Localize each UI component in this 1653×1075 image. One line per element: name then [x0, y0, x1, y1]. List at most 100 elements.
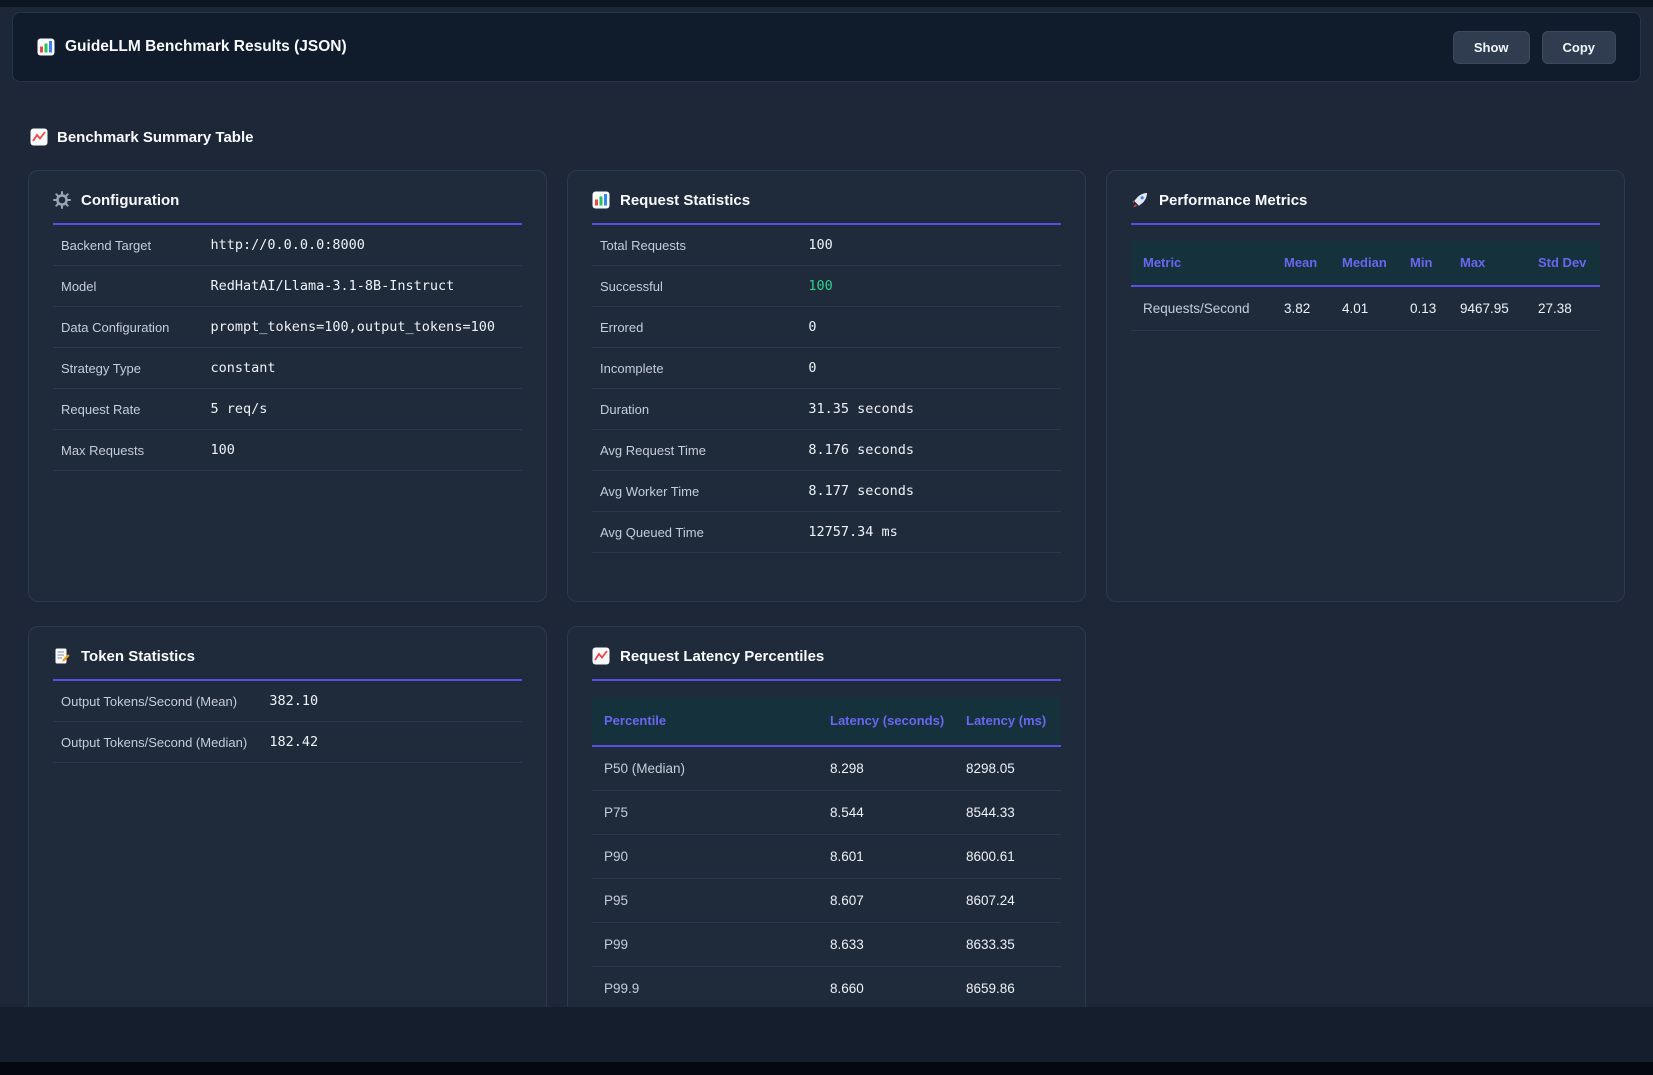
stat-value-success: 100: [808, 278, 832, 294]
column-header: Median: [1342, 253, 1402, 273]
latency-ms: 8607.24: [966, 893, 1049, 908]
stat-label: Incomplete: [600, 361, 808, 376]
latency-ms: 8633.35: [966, 937, 1049, 952]
footer-band: [0, 1007, 1653, 1062]
stat-value: 12757.34 ms: [808, 524, 897, 540]
latency-percentiles-table-header: Percentile Latency (seconds) Latency (ms…: [592, 697, 1061, 747]
latency-percentiles-card: Request Latency Percentiles Percentile L…: [567, 626, 1086, 1032]
stat-row: Max Requests100: [53, 430, 522, 471]
stat-label: Strategy Type: [61, 361, 210, 376]
stat-label: Avg Request Time: [600, 443, 808, 458]
top-edge-strip: [0, 0, 1653, 7]
latency-ms: 8298.05: [966, 761, 1049, 776]
show-button[interactable]: Show: [1453, 31, 1530, 64]
stat-row: Backend Targethttp://0.0.0.0:8000: [53, 225, 522, 266]
percentile-name: P50 (Median): [604, 761, 822, 776]
stat-row: Data Configurationprompt_tokens=100,outp…: [53, 307, 522, 348]
stat-label: Errored: [600, 320, 808, 335]
latency-seconds: 8.298: [830, 761, 958, 776]
latency-percentiles-card-title-text: Request Latency Percentiles: [620, 648, 824, 665]
latency-seconds: 8.633: [830, 937, 958, 952]
latency-ms: 8659.86: [966, 981, 1049, 996]
percentile-name: P95: [604, 893, 822, 908]
stat-label: Backend Target: [61, 238, 210, 253]
metric-max: 9467.95: [1460, 301, 1530, 316]
column-header: Latency (seconds): [830, 711, 958, 731]
stat-row: Errored0: [592, 307, 1061, 348]
stat-label: Avg Queued Time: [600, 525, 808, 540]
stat-value: 0: [808, 360, 816, 376]
stat-label: Avg Worker Time: [600, 484, 808, 499]
request-statistics-rows: Total Requests100 Successful100 Errored0…: [592, 225, 1061, 553]
table-row: P50 (Median) 8.298 8298.05: [592, 747, 1061, 791]
column-header: Metric: [1143, 253, 1276, 273]
stat-value: 382.10: [269, 693, 318, 709]
table-row: P99 8.633 8633.35: [592, 923, 1061, 967]
bottom-edge-strip: [0, 1062, 1653, 1075]
latency-seconds: 8.601: [830, 849, 958, 864]
header-bar: GuideLLM Benchmark Results (JSON) Show C…: [12, 12, 1641, 82]
request-statistics-card: Request Statistics Total Requests100 Suc…: [567, 170, 1086, 602]
stat-value: 100: [808, 237, 832, 253]
stat-label: Total Requests: [600, 238, 808, 253]
configuration-rows: Backend Targethttp://0.0.0.0:8000 ModelR…: [53, 225, 522, 471]
performance-metrics-card-title: Performance Metrics: [1131, 191, 1600, 225]
stat-label: Output Tokens/Second (Median): [61, 735, 269, 750]
section-heading-text: Benchmark Summary Table: [57, 129, 253, 146]
stat-row: Duration31.35 seconds: [592, 389, 1061, 430]
stat-row: Avg Queued Time12757.34 ms: [592, 512, 1061, 553]
page-title-text: GuideLLM Benchmark Results (JSON): [65, 38, 347, 56]
performance-metrics-card-title-text: Performance Metrics: [1159, 192, 1307, 209]
stat-row: Strategy Typeconstant: [53, 348, 522, 389]
stat-value: 0: [808, 319, 816, 335]
stat-label: Model: [61, 279, 210, 294]
stat-value: http://0.0.0.0:8000: [210, 237, 364, 253]
stat-row: Output Tokens/Second (Mean)382.10: [53, 681, 522, 722]
stat-row: Avg Request Time8.176 seconds: [592, 430, 1061, 471]
gear-icon: [53, 191, 71, 209]
configuration-card-title-text: Configuration: [81, 192, 179, 209]
latency-percentiles-table: Percentile Latency (seconds) Latency (ms…: [592, 697, 1061, 1011]
page-title: GuideLLM Benchmark Results (JSON): [37, 38, 347, 56]
bar-chart-icon: [37, 38, 55, 56]
line-chart-icon: [592, 647, 610, 665]
column-header: Latency (ms): [966, 711, 1049, 731]
metric-name: Requests/Second: [1143, 301, 1276, 316]
stat-label: Duration: [600, 402, 808, 417]
stat-row: Successful100: [592, 266, 1061, 307]
stat-row: ModelRedHatAI/Llama-3.1-8B-Instruct: [53, 266, 522, 307]
token-statistics-card: Token Statistics Output Tokens/Second (M…: [28, 626, 547, 1032]
configuration-card: Configuration Backend Targethttp://0.0.0…: [28, 170, 547, 602]
table-row: Requests/Second 3.82 4.01 0.13 9467.95 2…: [1131, 287, 1600, 331]
column-header: Min: [1410, 253, 1452, 273]
stat-value: RedHatAI/Llama-3.1-8B-Instruct: [210, 278, 454, 294]
percentile-name: P90: [604, 849, 822, 864]
stat-value: 100: [210, 442, 234, 458]
metric-min: 0.13: [1410, 301, 1452, 316]
column-header: Max: [1460, 253, 1530, 273]
cards-row-2: Token Statistics Output Tokens/Second (M…: [0, 626, 1653, 1032]
stat-value: 8.177 seconds: [808, 483, 914, 499]
copy-button[interactable]: Copy: [1542, 31, 1617, 64]
stat-row: Incomplete0: [592, 348, 1061, 389]
table-row: P99.9 8.660 8659.86: [592, 967, 1061, 1011]
stat-value: 5 req/s: [210, 401, 267, 417]
stat-value: 8.176 seconds: [808, 442, 914, 458]
bar-chart-icon: [592, 191, 610, 209]
memo-icon: [53, 647, 71, 665]
performance-metrics-table-header: Metric Mean Median Min Max Std Dev: [1131, 241, 1600, 287]
metric-std-dev: 27.38: [1538, 301, 1588, 316]
stat-row: Request Rate5 req/s: [53, 389, 522, 430]
performance-metrics-table: Metric Mean Median Min Max Std Dev Reque…: [1131, 241, 1600, 331]
token-statistics-card-title-text: Token Statistics: [81, 648, 195, 665]
stat-label: Successful: [600, 279, 808, 294]
request-statistics-card-title: Request Statistics: [592, 191, 1061, 225]
section-heading: Benchmark Summary Table: [30, 128, 1653, 146]
column-header: Std Dev: [1538, 253, 1588, 273]
percentile-name: P75: [604, 805, 822, 820]
table-row: P90 8.601 8600.61: [592, 835, 1061, 879]
token-statistics-card-title: Token Statistics: [53, 647, 522, 681]
stat-row: Avg Worker Time8.177 seconds: [592, 471, 1061, 512]
stat-label: Data Configuration: [61, 320, 210, 335]
stat-value: 182.42: [269, 734, 318, 750]
